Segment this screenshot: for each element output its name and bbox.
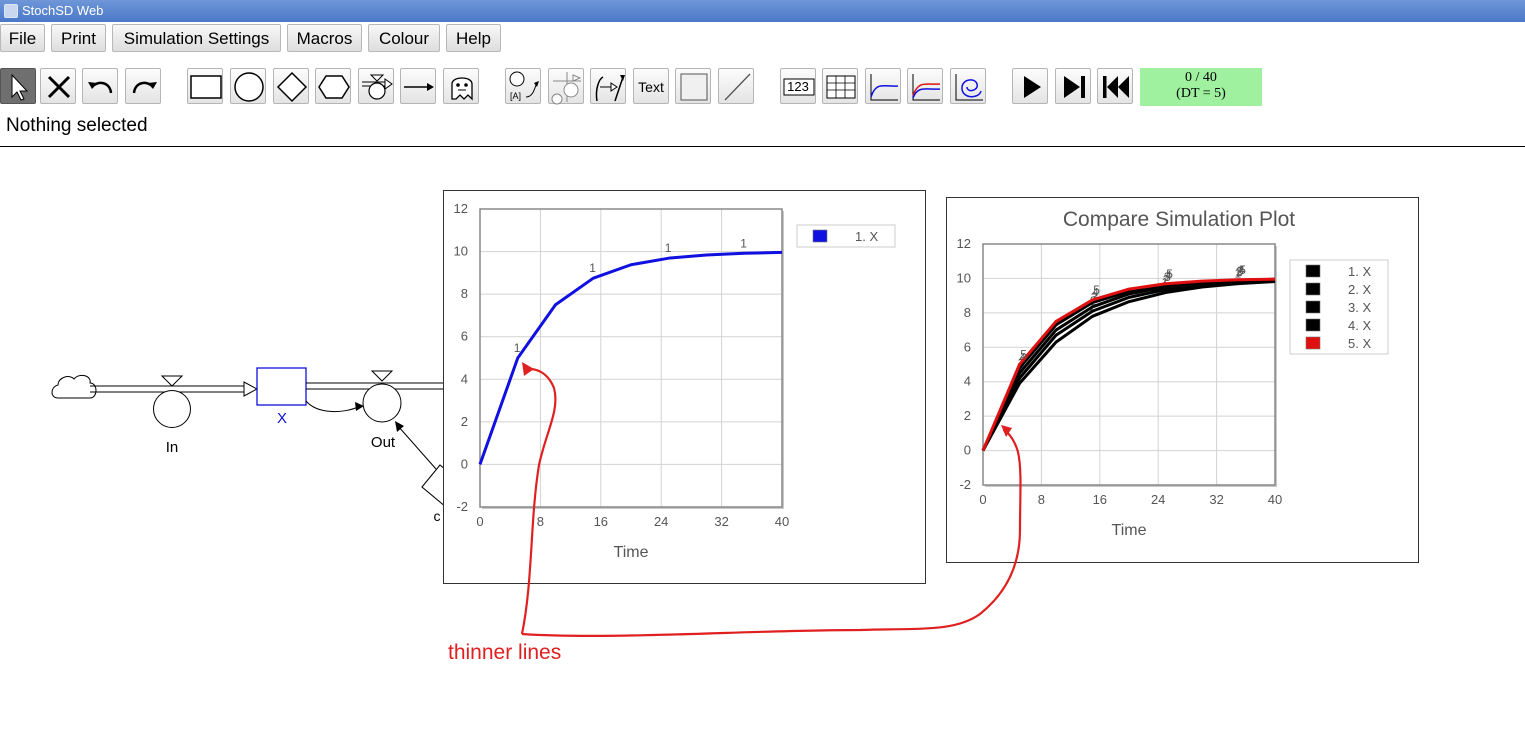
annotation-arrow-left bbox=[520, 367, 557, 635]
annotation-overlay bbox=[520, 362, 1022, 638]
annotation-arrowhead-left bbox=[522, 362, 534, 376]
annotation-arrow-right bbox=[521, 428, 1022, 638]
annotation-text: thinner lines bbox=[448, 641, 562, 664]
